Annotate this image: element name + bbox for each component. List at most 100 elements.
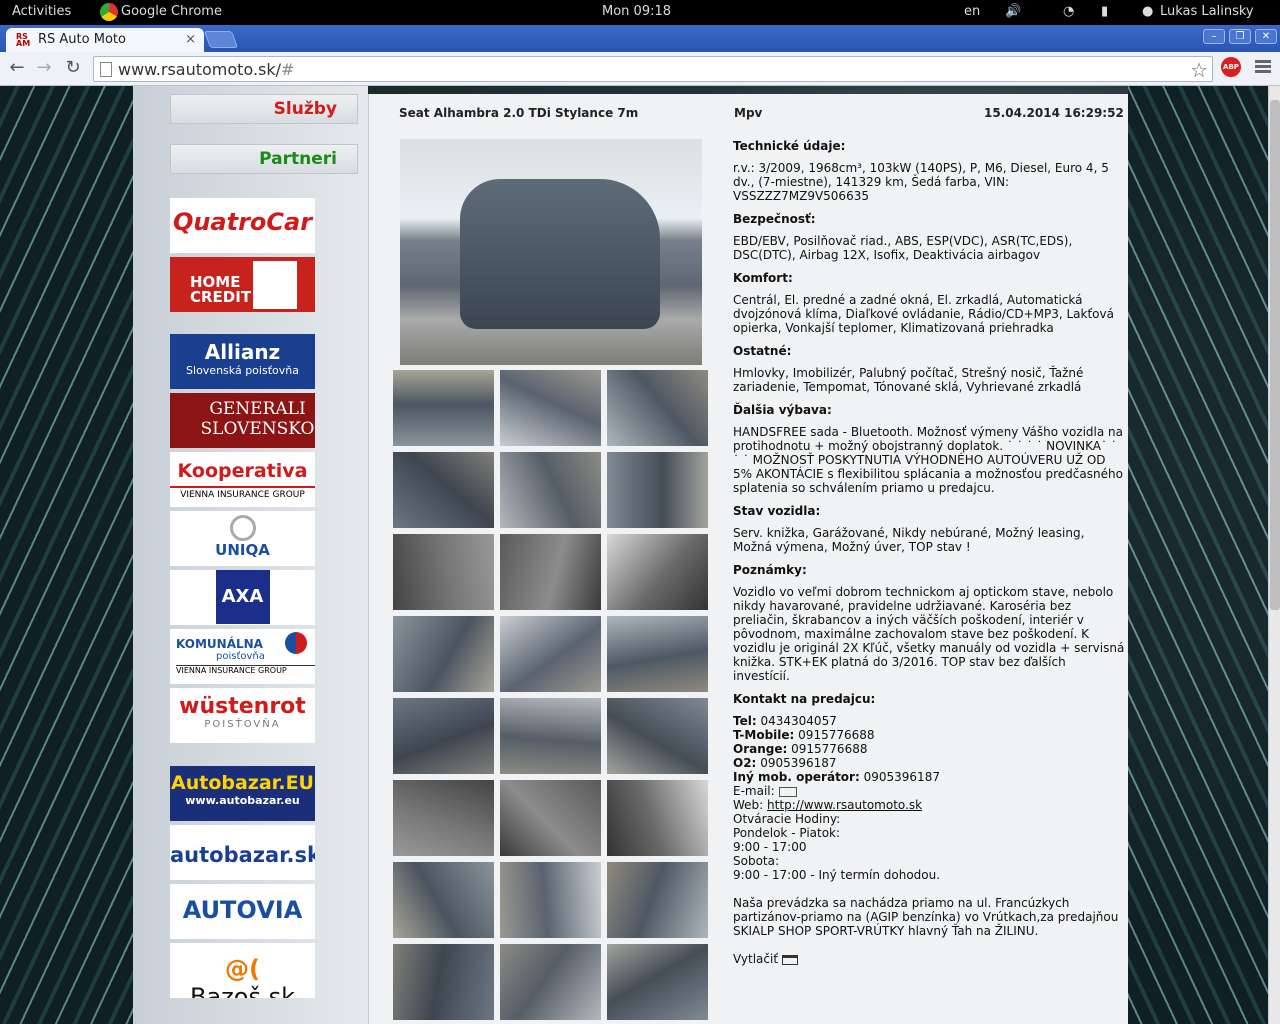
section-text: Vozidlo vo veľmi dobrom technickom aj op… <box>733 585 1125 683</box>
section-text: EBD/EBV, Posilňovač riad., ABS, ESP(VDC)… <box>733 234 1073 262</box>
contact-other: Iný mob. operátor: 0905396187 <box>733 770 940 784</box>
gallery-thumbnail[interactable] <box>500 534 601 610</box>
banner-generali[interactable]: GENERALI SLOVENSKO <box>170 393 315 448</box>
website-link[interactable]: http://www.rsautomoto.sk <box>767 798 922 812</box>
banner-bazos[interactable]: @( Bazoš.sk <box>170 943 315 998</box>
banner-uniqa[interactable]: UNIQA <box>170 511 315 566</box>
banner-komunalna[interactable]: KOMUNÁLNA poisťovňa VIENNA INSURANCE GRO… <box>170 629 315 684</box>
listing-title: Seat Alhambra 2.0 TDi Stylance 7m <box>399 106 639 120</box>
gallery-thumbnail[interactable] <box>500 616 601 692</box>
new-tab-button[interactable] <box>203 31 239 48</box>
tab-close-button[interactable]: × <box>185 32 196 47</box>
listing-panel: Seat Alhambra 2.0 TDi Stylance 7m Mpv 15… <box>368 94 1128 1024</box>
email-image-icon[interactable] <box>778 786 797 797</box>
section-heading: Ostatné: <box>733 344 792 358</box>
nav-partneri[interactable]: Partneri <box>170 144 358 174</box>
gallery-thumbnail[interactable] <box>607 616 708 692</box>
banner-autobazar-eu[interactable]: Autobazar.EU www.autobazar.eu <box>170 766 315 821</box>
page-scrollbar[interactable] <box>1268 86 1280 1024</box>
gallery-thumbnail[interactable] <box>393 944 494 1020</box>
banner-autovia[interactable]: AUTOVIA <box>170 884 315 939</box>
banner-uniqa-text: UNIQA <box>215 541 270 559</box>
tab-title: RS Auto Moto <box>38 32 126 47</box>
banner-wustenrot-sub: POISŤOVŇA <box>204 719 281 730</box>
app-menu[interactable]: Google Chrome <box>121 4 222 19</box>
sidebar: Služby Partneri QuatroCar HOME CREDIT Al… <box>133 86 368 1024</box>
hours-label: Otváracie Hodiny: <box>733 812 841 826</box>
keyboard-layout[interactable]: en <box>964 4 980 19</box>
battery-icon[interactable]: ▮ <box>1101 4 1108 19</box>
system-top-bar: Activities Google Chrome Mon 09:18 en 🔊 … <box>0 0 1280 25</box>
section-text: HANDSFREE sada - Bluetooth. Možnosť výme… <box>733 425 1124 495</box>
gallery-thumbnail[interactable] <box>607 698 708 774</box>
komunalna-logo-icon <box>285 632 307 654</box>
volume-icon[interactable]: 🔊 <box>1005 4 1021 19</box>
gallery-thumbnail[interactable] <box>607 534 708 610</box>
gallery-thumbnail[interactable] <box>500 944 601 1020</box>
gallery-thumbnail[interactable] <box>500 452 601 528</box>
print-link[interactable]: Vytlačiť <box>733 952 1125 966</box>
banner-axa[interactable]: AXA <box>170 570 315 625</box>
nav-sluzby[interactable]: Služby <box>170 94 358 124</box>
gallery-thumbnail[interactable] <box>607 944 708 1020</box>
browser-toolbar: ← → ↻ www.rsautomoto.sk/# ☆ <box>0 52 1280 86</box>
gallery-thumbnail[interactable] <box>393 370 494 446</box>
gallery-thumbnail[interactable] <box>607 862 708 938</box>
clock[interactable]: Mon 09:18 <box>602 4 671 19</box>
close-window-button[interactable]: ✕ <box>1255 29 1277 44</box>
banner-kooperativa[interactable]: Kooperativa VIENNA INSURANCE GROUP <box>170 452 315 507</box>
main-car-photo[interactable] <box>400 139 702 365</box>
weekday-hours: 9:00 - 17:00 <box>733 840 807 854</box>
section-text: Serv. knižka, Garážované, Nikdy nebúrané… <box>733 526 1085 554</box>
gallery-thumbnail[interactable] <box>500 698 601 774</box>
tab-rs-auto-moto[interactable]: RS AM RS Auto Moto × <box>6 28 204 52</box>
banner-generali-text: GENERALI <box>209 399 306 419</box>
address-bar[interactable]: www.rsautomoto.sk/# ☆ <box>93 56 1213 82</box>
banner-wustenrot-text: wüstenrot <box>179 694 306 719</box>
gallery-thumbnail[interactable] <box>393 534 494 610</box>
url-text[interactable]: www.rsautomoto.sk/# <box>118 60 294 79</box>
minimize-button[interactable]: – <box>1203 29 1225 44</box>
gallery-thumbnail[interactable] <box>393 616 494 692</box>
gallery-thumbnail[interactable] <box>393 452 494 528</box>
gallery-thumbnail[interactable] <box>393 698 494 774</box>
reload-button[interactable]: ↻ <box>62 57 84 79</box>
section-heading: Komfort: <box>733 271 793 285</box>
adblock-plus-icon[interactable]: ABP <box>1221 57 1241 77</box>
user-menu[interactable]: Lukas Lalinsky <box>1160 4 1254 19</box>
gallery-thumbnail[interactable] <box>607 452 708 528</box>
back-button[interactable]: ← <box>6 57 28 79</box>
bookmark-star-icon[interactable]: ☆ <box>1190 58 1208 82</box>
gallery-thumbnail[interactable] <box>500 862 601 938</box>
contact-tmobile: T-Mobile: 0915776688 <box>733 728 875 742</box>
page-viewport: Služby Partneri QuatroCar HOME CREDIT Al… <box>0 86 1280 1024</box>
gallery-thumbnail[interactable] <box>607 370 708 446</box>
page-icon <box>100 62 112 77</box>
section-heading: Technické údaje: <box>733 139 846 153</box>
banner-quatrocar-text: QuatroCar <box>172 208 313 236</box>
gallery-thumbnail[interactable] <box>393 780 494 856</box>
background-decoration-right <box>1128 86 1268 1024</box>
forward-button[interactable]: → <box>33 57 55 79</box>
banner-allianz[interactable]: Allianz Slovenská poisťovňa <box>170 334 315 389</box>
maximize-button[interactable]: ❐ <box>1229 29 1251 44</box>
user-icon[interactable]: ● <box>1142 4 1153 19</box>
banner-kooperativa-text: Kooperativa <box>177 460 308 482</box>
banner-wustenrot[interactable]: wüstenrot POISŤOVŇA <box>170 688 315 743</box>
activities-button[interactable]: Activities <box>12 4 71 19</box>
wifi-icon[interactable]: ◔ <box>1063 4 1074 19</box>
gallery-thumbnail[interactable] <box>500 370 601 446</box>
banner-home-credit-text: HOME CREDIT <box>190 273 252 306</box>
print-icon[interactable] <box>781 954 798 965</box>
gallery-thumbnail[interactable] <box>607 780 708 856</box>
banner-home-credit[interactable]: HOME CREDIT <box>170 257 315 312</box>
banner-autobazar-sk[interactable]: autobazar.sk <box>170 825 315 880</box>
banner-axa-text: AXA <box>215 570 270 624</box>
gallery-thumbnail[interactable] <box>393 862 494 938</box>
banner-quatrocar[interactable]: QuatroCar <box>170 198 315 253</box>
section-text: Hmlovky, Imobilizér, Palubný počítač, St… <box>733 366 1084 394</box>
gallery-thumbnail[interactable] <box>500 780 601 856</box>
listing-category: Mpv <box>734 106 763 120</box>
scrollbar-thumb[interactable] <box>1270 100 1280 610</box>
chrome-menu-icon[interactable] <box>1255 58 1271 76</box>
